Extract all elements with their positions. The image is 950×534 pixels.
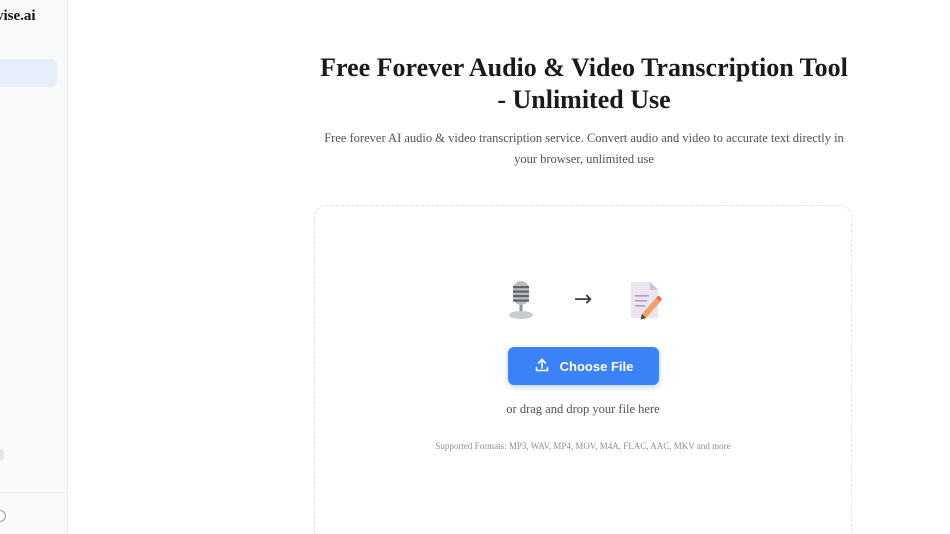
upload-dropzone[interactable]: → Choose File or drag and drop your file… xyxy=(314,205,852,534)
page-subtitle: Free forever AI audio & video transcript… xyxy=(324,131,844,166)
sidebar-item-active[interactable] xyxy=(0,59,57,87)
main-content: Free Forever Audio & Video Transcription… xyxy=(68,0,950,534)
settings-icon[interactable] xyxy=(0,510,6,522)
sidebar-toggle[interactable] xyxy=(0,449,4,461)
sidebar-divider xyxy=(0,492,67,493)
upload-icon xyxy=(534,357,550,376)
right-arrow-icon: → xyxy=(573,287,593,312)
microphone-icon xyxy=(501,278,541,322)
choose-file-button[interactable]: Choose File xyxy=(508,347,659,385)
conversion-illustration: → xyxy=(315,278,851,322)
drag-drop-hint: or drag and drop your file here xyxy=(506,402,660,416)
page-title: Free Forever Audio & Video Transcription… xyxy=(320,53,848,114)
brand-logo-text[interactable]: vise.ai xyxy=(0,8,67,25)
sidebar: vise.ai xyxy=(0,0,68,534)
supported-formats: Supported Formats: MP3, WAV, MP4, MOV, M… xyxy=(435,441,731,451)
choose-file-label: Choose File xyxy=(559,358,634,374)
document-pencil-icon xyxy=(625,278,665,322)
